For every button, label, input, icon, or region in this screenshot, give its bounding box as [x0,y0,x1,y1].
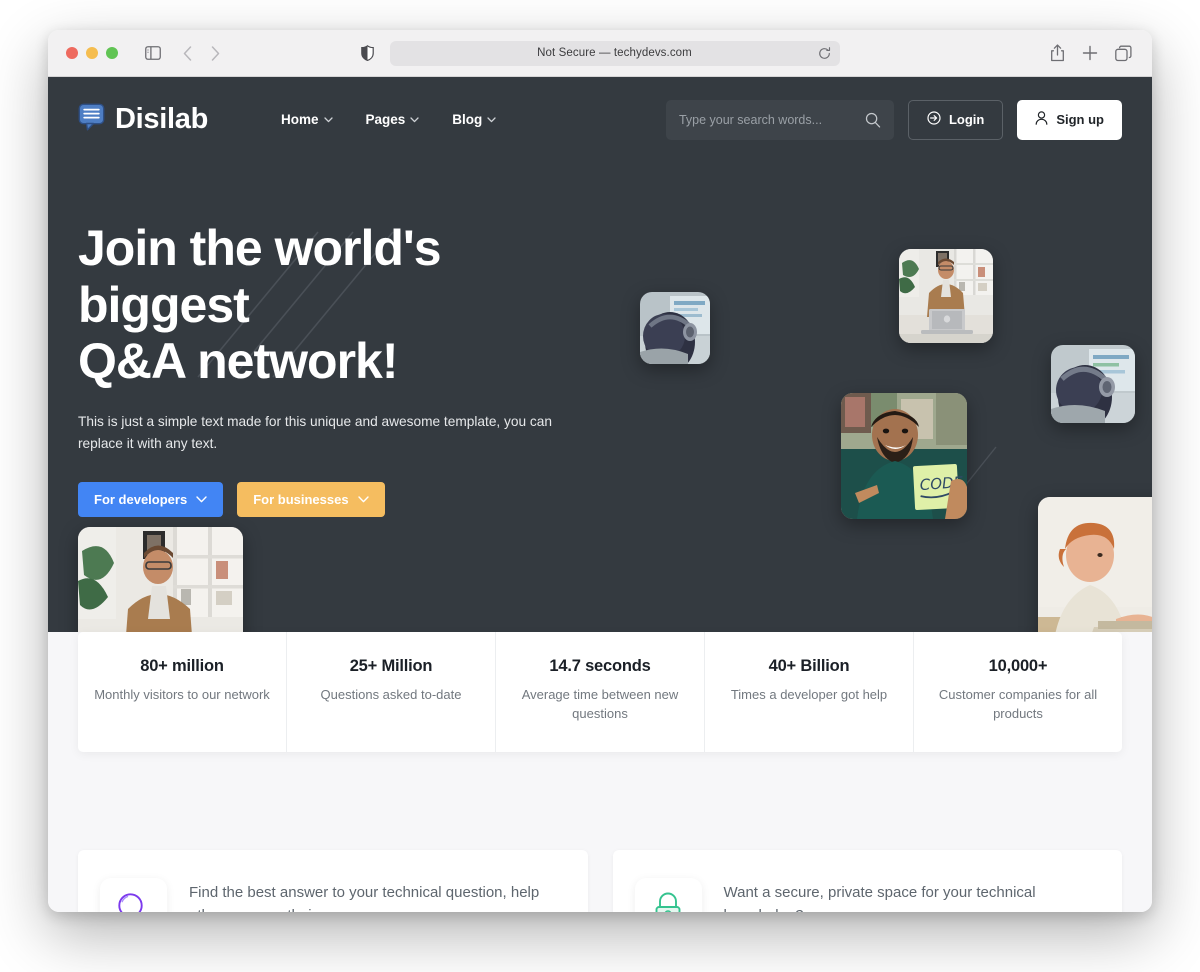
hero-title-line-2: Q&A network! [78,333,398,389]
stat-item: 40+ Billion Times a developer got help [705,632,914,753]
plus-icon[interactable] [1082,45,1098,61]
maximize-window-button[interactable] [106,47,118,59]
hero-photo-headphones-right [1051,345,1135,423]
stat-item: 80+ million Monthly visitors to our netw… [78,632,287,753]
menu-item-label: Home [281,112,319,127]
privacy-shield-icon[interactable] [360,45,374,61]
browser-window: Not Secure — techydevs.com CODE Disilab … [48,30,1152,912]
hero-photo-meeting-bottom-right [1038,497,1152,632]
menu-item-blog[interactable]: Blog [452,112,496,127]
feature-card-body: Find the best answer to your technical q… [189,878,558,912]
menu-item-label: Blog [452,112,483,127]
magnifier-icon [115,890,153,912]
stat-item: 10,000+ Customer companies for all produ… [914,632,1122,752]
feature-card-body: Want a secure, private space for your te… [724,878,1093,912]
magnifier-icon-tile [100,878,167,912]
hero-photo-man-laptop-top [899,249,993,343]
chevron-down-icon [196,496,207,503]
chevron-down-icon [323,116,333,123]
speech-bubble-icon [78,103,105,136]
brand-name: Disilab [115,103,208,135]
close-window-button[interactable] [66,47,78,59]
reload-icon[interactable] [818,46,831,60]
brand-logo[interactable]: Disilab [78,103,208,136]
stat-item: 25+ Million Questions asked to-date [287,632,496,753]
sign-in-icon [927,111,941,128]
hero-photo-headphones-left [640,292,710,364]
for-developers-button[interactable]: For developers [78,481,224,517]
sidebar-icon[interactable] [145,46,161,60]
chevron-down-icon [487,116,496,123]
hero-photo-code-note: CODE [841,393,967,519]
hero-subtitle: This is just a simple text made for this… [78,413,552,451]
hero-title: Join the world's biggest Q&A network! [78,220,598,390]
stat-label: Times a developer got help [730,687,888,702]
url-text: Not Secure — techydevs.com [537,47,692,59]
login-button[interactable]: Login [907,99,1004,140]
stat-item: 14.7 seconds Average time between new qu… [496,632,705,753]
stat-label: Customer companies for all products [938,687,1098,722]
hero-photo-man-desk-bottom-left [78,527,243,632]
for-businesses-label: For businesses [253,491,349,507]
toolbar-right-actions [1050,44,1132,62]
feature-card-create-team: Want a secure, private space for your te… [612,850,1122,912]
page-content: CODE Disilab Home Pages Blog Type your s… [48,77,1152,912]
stat-label: Average time between new questions [521,687,679,722]
menu-item-pages[interactable]: Pages [366,112,420,127]
minimize-window-button[interactable] [86,47,98,59]
stat-value: 25+ Million [349,657,433,675]
navigation-arrows[interactable] [183,45,220,61]
share-icon[interactable] [1050,44,1065,62]
browser-toolbar: Not Secure — techydevs.com [48,30,1152,77]
stat-value: 40+ Billion [768,657,850,675]
hero-title-line-1: Join the world's biggest [78,220,442,333]
for-developers-label: For developers [94,491,188,507]
feature-card-title: Find the best answer to your technical q… [189,884,540,912]
navbar-right-actions: Login Sign up [665,99,1122,140]
hero-section: CODE Disilab Home Pages Blog Type your s… [48,77,1152,632]
login-label: Login [948,112,985,127]
window-controls[interactable] [66,47,118,59]
address-bar[interactable]: Not Secure — techydevs.com [389,40,840,66]
search-box[interactable] [665,99,894,140]
stat-value: 14.7 seconds [549,657,651,675]
signup-button[interactable]: Sign up [1017,99,1122,140]
signup-label: Sign up [1056,112,1104,127]
stats-bar: 80+ million Monthly visitors to our netw… [78,632,1122,753]
feature-card-browse-questions: Find the best answer to your technical q… [78,850,588,912]
chevron-down-icon [357,496,369,503]
user-icon [1035,111,1048,128]
feature-cards: Find the best answer to your technical q… [78,850,1122,912]
back-chevron-icon[interactable] [183,45,192,61]
stat-label: Questions asked to-date [320,687,462,702]
padlock-icon [650,890,686,912]
hero-cta-group: For developers For businesses [78,481,598,517]
padlock-icon-tile [634,878,702,912]
tab-overview-icon[interactable] [1115,45,1132,62]
menu-item-home[interactable]: Home [281,112,333,127]
forward-chevron-icon[interactable] [211,45,220,61]
menu-item-label: Pages [365,112,406,127]
chevron-down-icon [410,116,419,123]
search-input[interactable] [678,112,865,127]
stat-value: 10,000+ [988,657,1048,675]
site-navbar: Disilab Home Pages Blog Type your search… [48,77,1152,162]
main-menu: Home Pages Blog [281,112,496,127]
feature-card-title: Want a secure, private space for your te… [723,884,1036,912]
hero-copy: Join the world's biggest Q&A network! Th… [78,162,598,517]
for-businesses-button[interactable]: For businesses [237,481,385,517]
stat-value: 80+ million [140,657,224,675]
search-icon[interactable] [865,112,881,128]
stat-label: Monthly visitors to our network [94,687,270,702]
